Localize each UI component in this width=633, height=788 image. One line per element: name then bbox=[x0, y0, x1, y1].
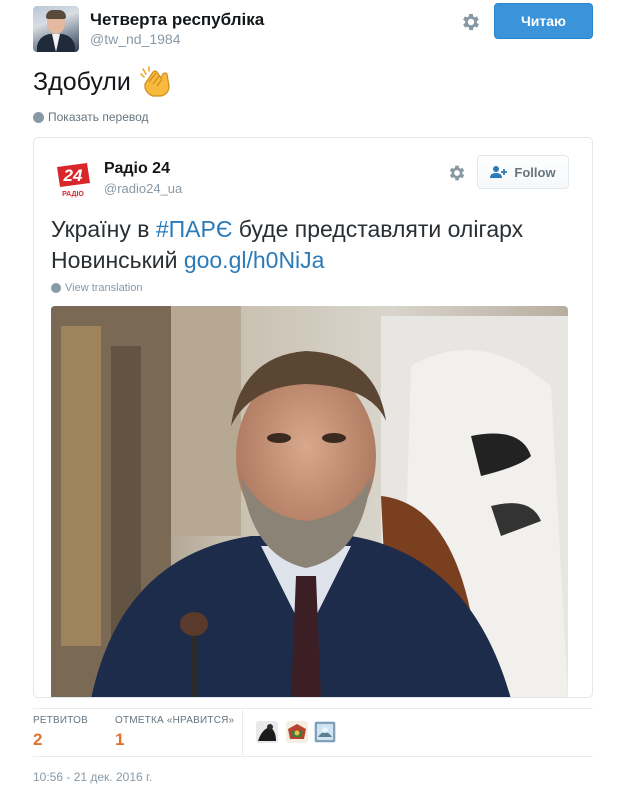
translate-link[interactable]: Показать перевод bbox=[33, 110, 149, 124]
hashtag-link[interactable]: #ПАРЄ bbox=[156, 216, 233, 242]
url-link[interactable]: goo.gl/h0NiJa bbox=[184, 247, 325, 273]
quoted-author-handle[interactable]: @radio24_ua bbox=[104, 181, 182, 196]
stats-divider-top bbox=[33, 708, 593, 709]
globe-icon bbox=[51, 283, 61, 293]
likes-count[interactable]: 1 bbox=[115, 730, 124, 750]
svg-text:24: 24 bbox=[63, 166, 83, 185]
translate-label: Показать перевод bbox=[48, 110, 149, 124]
gear-icon[interactable] bbox=[447, 163, 467, 183]
following-button[interactable]: Читаю bbox=[494, 3, 593, 39]
liker-avatar[interactable] bbox=[286, 721, 308, 743]
stats-divider-bottom bbox=[33, 756, 593, 757]
follow-label: Follow bbox=[514, 164, 556, 180]
tweet-timestamp[interactable]: 10:56 - 21 дек. 2016 г. bbox=[33, 770, 152, 784]
clapping-hands-icon bbox=[140, 66, 170, 97]
svg-text:РАДІО: РАДІО bbox=[62, 191, 84, 198]
quoted-author-name[interactable]: Радіо 24 bbox=[104, 160, 170, 178]
author-handle[interactable]: @tw_nd_1984 bbox=[90, 31, 181, 47]
quoted-tweet-text: Україну в #ПАРЄ буде представляти олігар… bbox=[51, 216, 524, 273]
author-name[interactable]: Четверта республіка bbox=[90, 10, 264, 30]
gear-icon[interactable] bbox=[460, 11, 482, 33]
tweet-text: Здобули bbox=[33, 67, 131, 96]
add-user-icon bbox=[490, 166, 508, 178]
stats-divider bbox=[242, 710, 243, 755]
globe-icon bbox=[33, 111, 44, 123]
news-photo[interactable] bbox=[51, 306, 568, 698]
radio24-logo: 24 РАДІО bbox=[57, 163, 90, 198]
user-avatar[interactable] bbox=[33, 6, 79, 52]
quoted-tweet-card[interactable]: 24 РАДІО Радіо 24 @radio24_ua Follow Укр… bbox=[33, 137, 593, 698]
liker-avatar[interactable] bbox=[314, 721, 336, 743]
likes-label[interactable]: ОТМЕТКА «НРАВИТСЯ» bbox=[115, 715, 234, 726]
retweets-label[interactable]: РЕТВИТОВ bbox=[33, 715, 88, 726]
follow-button[interactable]: Follow bbox=[477, 155, 569, 189]
liker-avatar[interactable] bbox=[256, 721, 278, 743]
view-translation-link[interactable]: View translation bbox=[51, 282, 142, 294]
retweets-count[interactable]: 2 bbox=[33, 730, 42, 750]
tweet-text-row: Здобули bbox=[33, 66, 173, 98]
